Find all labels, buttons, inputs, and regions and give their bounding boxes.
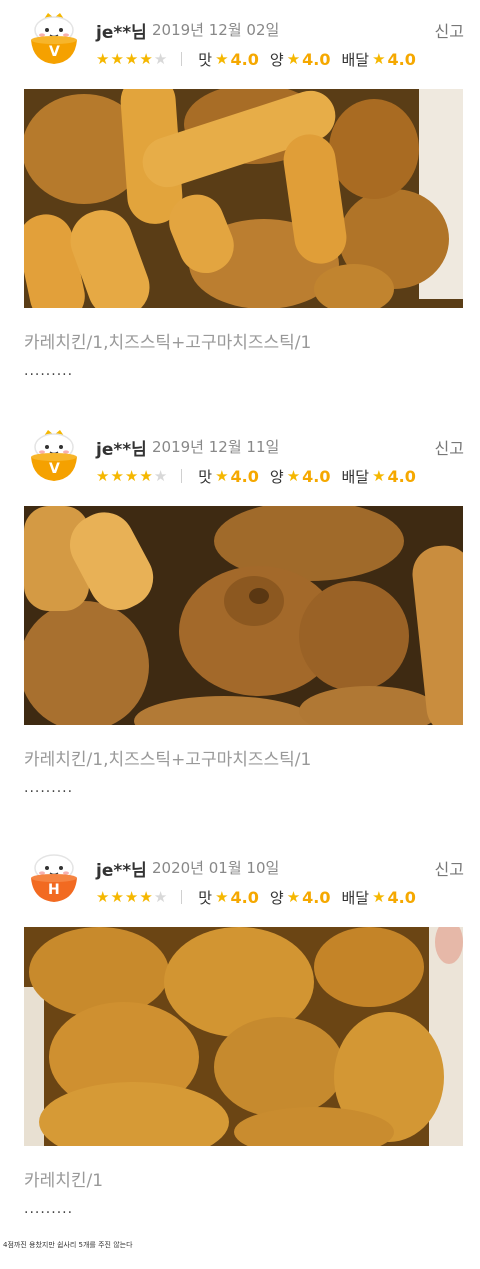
- divider: [181, 890, 183, 904]
- divider: [181, 52, 183, 66]
- star-icon: ★: [96, 466, 110, 485]
- star-icon: ★: [139, 466, 153, 485]
- review-date: 2020년 01월 10일: [152, 859, 280, 877]
- rating-row: ★ ★ ★ ★ ★ 맛 ★ 4.0 양 ★ 4.0 배달 ★ 4.0: [96, 886, 427, 908]
- report-button[interactable]: 신고: [435, 18, 464, 42]
- rating-row: ★ ★ ★ ★ ★ 맛 ★ 4.0 양 ★ 4.0 배달 ★ 4.0: [96, 48, 427, 70]
- review-date: 2019년 12월 02일: [152, 21, 280, 39]
- delivery-rating: 배달 ★ 4.0: [341, 466, 416, 486]
- star-icon: ★: [139, 49, 153, 68]
- star-icon: ★: [372, 888, 386, 906]
- divider: [181, 469, 183, 483]
- star-empty-icon: ★: [153, 887, 168, 906]
- fried-chicken-and-cheese-sticks-photo-icon: [24, 89, 463, 308]
- fried-chicken-and-cheese-sticks-photo-icon: [24, 506, 463, 725]
- vip-badge-letter: V: [49, 461, 60, 477]
- ordered-menu: 카레치킨/1,치즈스틱+고구마치즈스틱/1: [24, 333, 312, 353]
- username[interactable]: je**님: [96, 18, 147, 43]
- star-icon: ★: [124, 49, 139, 68]
- quantity-rating: 양 ★ 4.0: [269, 887, 331, 907]
- star-icon: ★: [124, 466, 139, 485]
- vip-badge-letter: V: [49, 44, 60, 60]
- star-icon: ★: [215, 50, 229, 68]
- report-button[interactable]: 신고: [435, 435, 464, 459]
- delivery-rating: 배달 ★ 4.0: [341, 887, 416, 907]
- star-rating: ★ ★ ★ ★ ★: [96, 49, 168, 68]
- report-button[interactable]: 신고: [435, 856, 464, 880]
- review-date: 2019년 12월 11일: [152, 438, 280, 456]
- avatar: H: [27, 848, 81, 906]
- delivery-rating: 배달 ★ 4.0: [341, 49, 416, 69]
- star-icon: ★: [286, 50, 301, 68]
- ordered-menu: 카레치킨/1,치즈스틱+고구마치즈스틱/1: [24, 750, 312, 770]
- review-photo[interactable]: [24, 927, 463, 1146]
- star-empty-icon: ★: [153, 466, 168, 485]
- star-icon: ★: [215, 467, 229, 485]
- star-icon: ★: [139, 887, 153, 906]
- star-rating: ★ ★ ★ ★ ★: [96, 466, 168, 485]
- review-header: V je**님 2019년 12월 02일 신고 ★ ★ ★ ★ ★ 맛 ★ 4.0 양 ★ 4…: [24, 10, 464, 70]
- star-icon: ★: [110, 49, 124, 68]
- star-rating: ★ ★ ★ ★ ★: [96, 887, 168, 906]
- review-photo[interactable]: [24, 89, 463, 308]
- star-icon: ★: [124, 887, 139, 906]
- username[interactable]: je**님: [96, 856, 147, 881]
- star-icon: ★: [286, 467, 301, 485]
- review-header: V je**님 2019년 12월 11일 신고 ★ ★ ★ ★ ★ 맛 ★ 4.0 양 ★ 4…: [24, 427, 464, 487]
- username[interactable]: je**님: [96, 435, 147, 460]
- star-icon: ★: [110, 887, 124, 906]
- fried-chicken-photo-icon: [24, 927, 463, 1146]
- taste-rating: 맛 ★ 4.0: [198, 887, 259, 907]
- avatar: V: [27, 10, 81, 68]
- star-icon: ★: [215, 888, 229, 906]
- review-text: .........: [24, 363, 74, 379]
- avatar: V: [27, 427, 81, 485]
- quantity-rating: 양 ★ 4.0: [269, 466, 331, 486]
- star-icon: ★: [96, 887, 110, 906]
- star-icon: ★: [372, 467, 386, 485]
- review-photo[interactable]: [24, 506, 463, 725]
- taste-rating: 맛 ★ 4.0: [198, 466, 259, 486]
- review-text: .........: [24, 1201, 74, 1217]
- star-empty-icon: ★: [153, 49, 168, 68]
- star-icon: ★: [110, 466, 124, 485]
- heavy-badge-letter: H: [48, 882, 60, 898]
- ordered-menu: 카레치킨/1: [24, 1171, 104, 1191]
- star-icon: ★: [286, 888, 301, 906]
- star-icon: ★: [96, 49, 110, 68]
- rating-row: ★ ★ ★ ★ ★ 맛 ★ 4.0 양 ★ 4.0 배달 ★ 4.0: [96, 465, 427, 487]
- taste-rating: 맛 ★ 4.0: [198, 49, 259, 69]
- caption: 4점까진 용찼지만 쉽사리 5개를 주진 않는다: [3, 1241, 133, 1249]
- review-header: H je**님 2020년 01월 10일 신고 ★ ★ ★ ★ ★ 맛 ★ 4.0 양 ★ 4…: [24, 848, 464, 908]
- quantity-rating: 양 ★ 4.0: [269, 49, 331, 69]
- review-text: .........: [24, 780, 74, 796]
- star-icon: ★: [372, 50, 386, 68]
